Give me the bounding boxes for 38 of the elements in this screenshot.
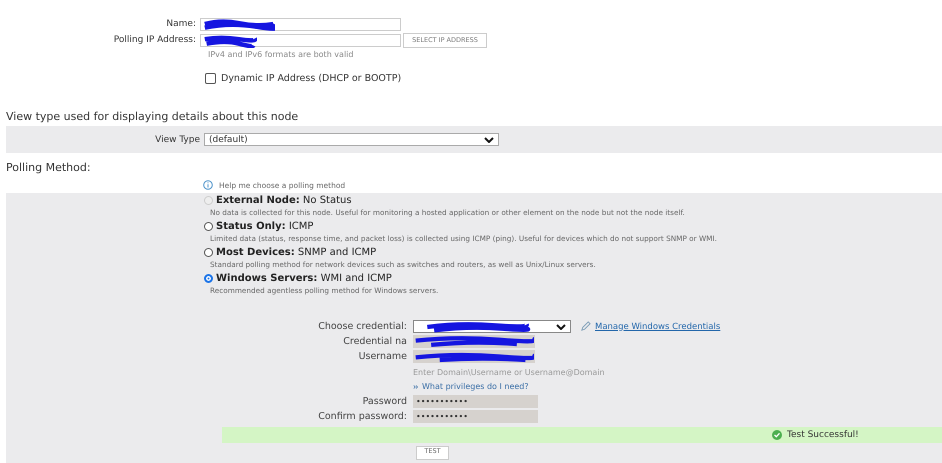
ip-label: Polling IP Address: (112, 35, 197, 45)
privileges-link[interactable]: What privileges do I need? (422, 382, 529, 391)
password-field[interactable]: ••••••••••• (413, 395, 538, 408)
username-hint: Enter Domain\Username or Username@Domain (413, 368, 605, 377)
manage-credentials-link[interactable]: Manage Windows Credentials (595, 322, 720, 332)
confirm-password-label: Confirm password: (317, 411, 408, 422)
dynamic-ip-label: Dynamic IP Address (DHCP or BOOTP) (221, 73, 402, 84)
test-result: Test Successful! (787, 430, 859, 440)
password-label: Password (362, 396, 408, 407)
credential-name-label: Credential na (342, 336, 408, 347)
name-field[interactable] (200, 18, 401, 30)
chevron-down-icon (484, 136, 494, 142)
method-name: External Node: No Status (216, 195, 352, 206)
method-name: Status Only: ICMP (216, 221, 314, 232)
credential-select[interactable] (413, 320, 571, 333)
chevron-down-icon (556, 324, 566, 330)
method-name: Most Devices: SNMP and ICMP (216, 247, 376, 258)
name-label: Name: (165, 19, 197, 29)
credential-label: Choose credential: (317, 321, 408, 332)
section-title: Polling Method: (6, 161, 92, 174)
radio-button[interactable] (204, 248, 213, 257)
double-chevron-icon (413, 384, 419, 390)
redaction-scribble (203, 18, 275, 32)
confirm-password-field[interactable]: ••••••••••• (413, 410, 538, 423)
view-type-select[interactable]: (default) (204, 133, 499, 146)
section-title: View type used for displaying details about this node (6, 110, 300, 123)
radio-button[interactable] (204, 222, 213, 231)
ip-hint: IPv4 and IPv6 formats are both valid (208, 50, 354, 59)
pencil-icon (580, 321, 591, 332)
check-circle-icon (772, 430, 782, 440)
info-icon (203, 180, 213, 190)
view-type-label: View Type (154, 134, 201, 144)
redaction-scribble (203, 34, 257, 48)
method-name: Windows Servers: WMI and ICMP (216, 273, 392, 284)
ip-field[interactable] (200, 34, 401, 46)
username-label: Username (358, 351, 408, 362)
dynamic-ip-checkbox[interactable] (205, 73, 216, 84)
radio-button[interactable] (204, 274, 213, 283)
